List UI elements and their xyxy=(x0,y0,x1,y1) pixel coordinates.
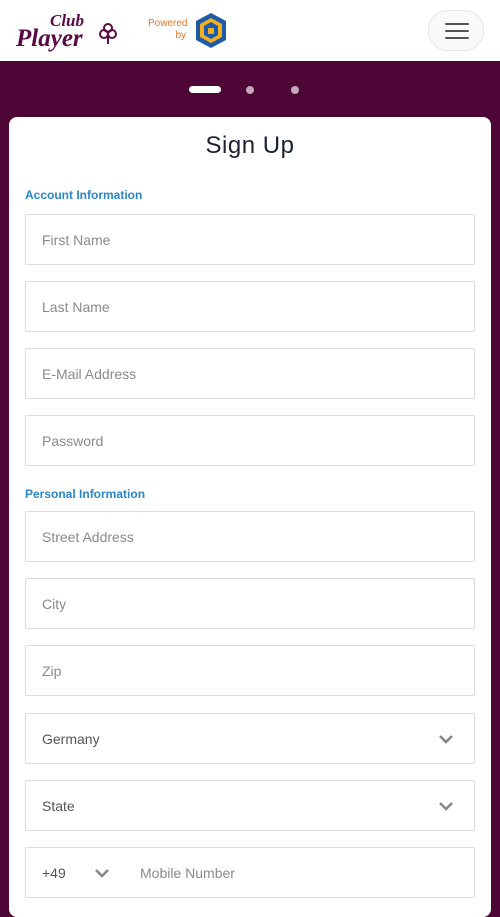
country-select[interactable]: Germany xyxy=(25,713,475,764)
account-section-label: Account Information xyxy=(25,188,143,202)
city-field xyxy=(25,578,475,629)
street-field xyxy=(25,511,475,562)
hamburger-menu-button[interactable] xyxy=(428,10,484,51)
mobile-phone-field: +49 xyxy=(25,847,475,898)
carousel-indicators xyxy=(0,82,500,96)
email-field xyxy=(25,348,475,399)
menu-bar-icon xyxy=(445,23,469,25)
personal-section-label: Personal Information xyxy=(25,487,146,501)
club-player-logo[interactable]: Club Player xyxy=(14,8,126,52)
carousel-dot[interactable] xyxy=(291,86,299,94)
country-value: Germany xyxy=(42,731,100,747)
chevron-down-icon xyxy=(439,735,453,744)
carousel-dot[interactable] xyxy=(246,86,254,94)
page-title: Sign Up xyxy=(205,132,295,159)
zip-field xyxy=(25,645,475,696)
first-name-field xyxy=(25,214,475,265)
zip-input[interactable] xyxy=(26,646,474,695)
street-input[interactable] xyxy=(26,512,474,561)
carousel-dot-active[interactable] xyxy=(189,86,221,93)
signup-card: Sign Up Account Information Personal Inf… xyxy=(9,117,491,917)
svg-text:Player: Player xyxy=(15,25,83,52)
top-header: Club Player Powered by xyxy=(0,0,500,61)
state-select[interactable]: State xyxy=(25,780,475,831)
phone-code-value: +49 xyxy=(42,865,66,881)
state-value: State xyxy=(42,798,75,814)
powered-line1: Powered xyxy=(148,18,188,29)
password-field xyxy=(25,415,475,466)
country-code-select[interactable]: +49 xyxy=(26,848,124,897)
powered-line2: by xyxy=(175,30,186,41)
password-input[interactable] xyxy=(26,416,474,465)
chevron-down-icon xyxy=(439,802,453,811)
first-name-input[interactable] xyxy=(26,215,474,264)
last-name-field xyxy=(25,281,475,332)
last-name-input[interactable] xyxy=(26,282,474,331)
shield-lock-icon xyxy=(196,13,226,48)
menu-bar-icon xyxy=(445,37,469,39)
email-input[interactable] xyxy=(26,349,474,398)
powered-by-label: Powered by xyxy=(148,18,188,42)
city-input[interactable] xyxy=(26,579,474,628)
menu-bar-icon xyxy=(445,30,469,32)
mobile-number-input[interactable] xyxy=(124,848,464,897)
chevron-down-icon xyxy=(95,869,109,878)
